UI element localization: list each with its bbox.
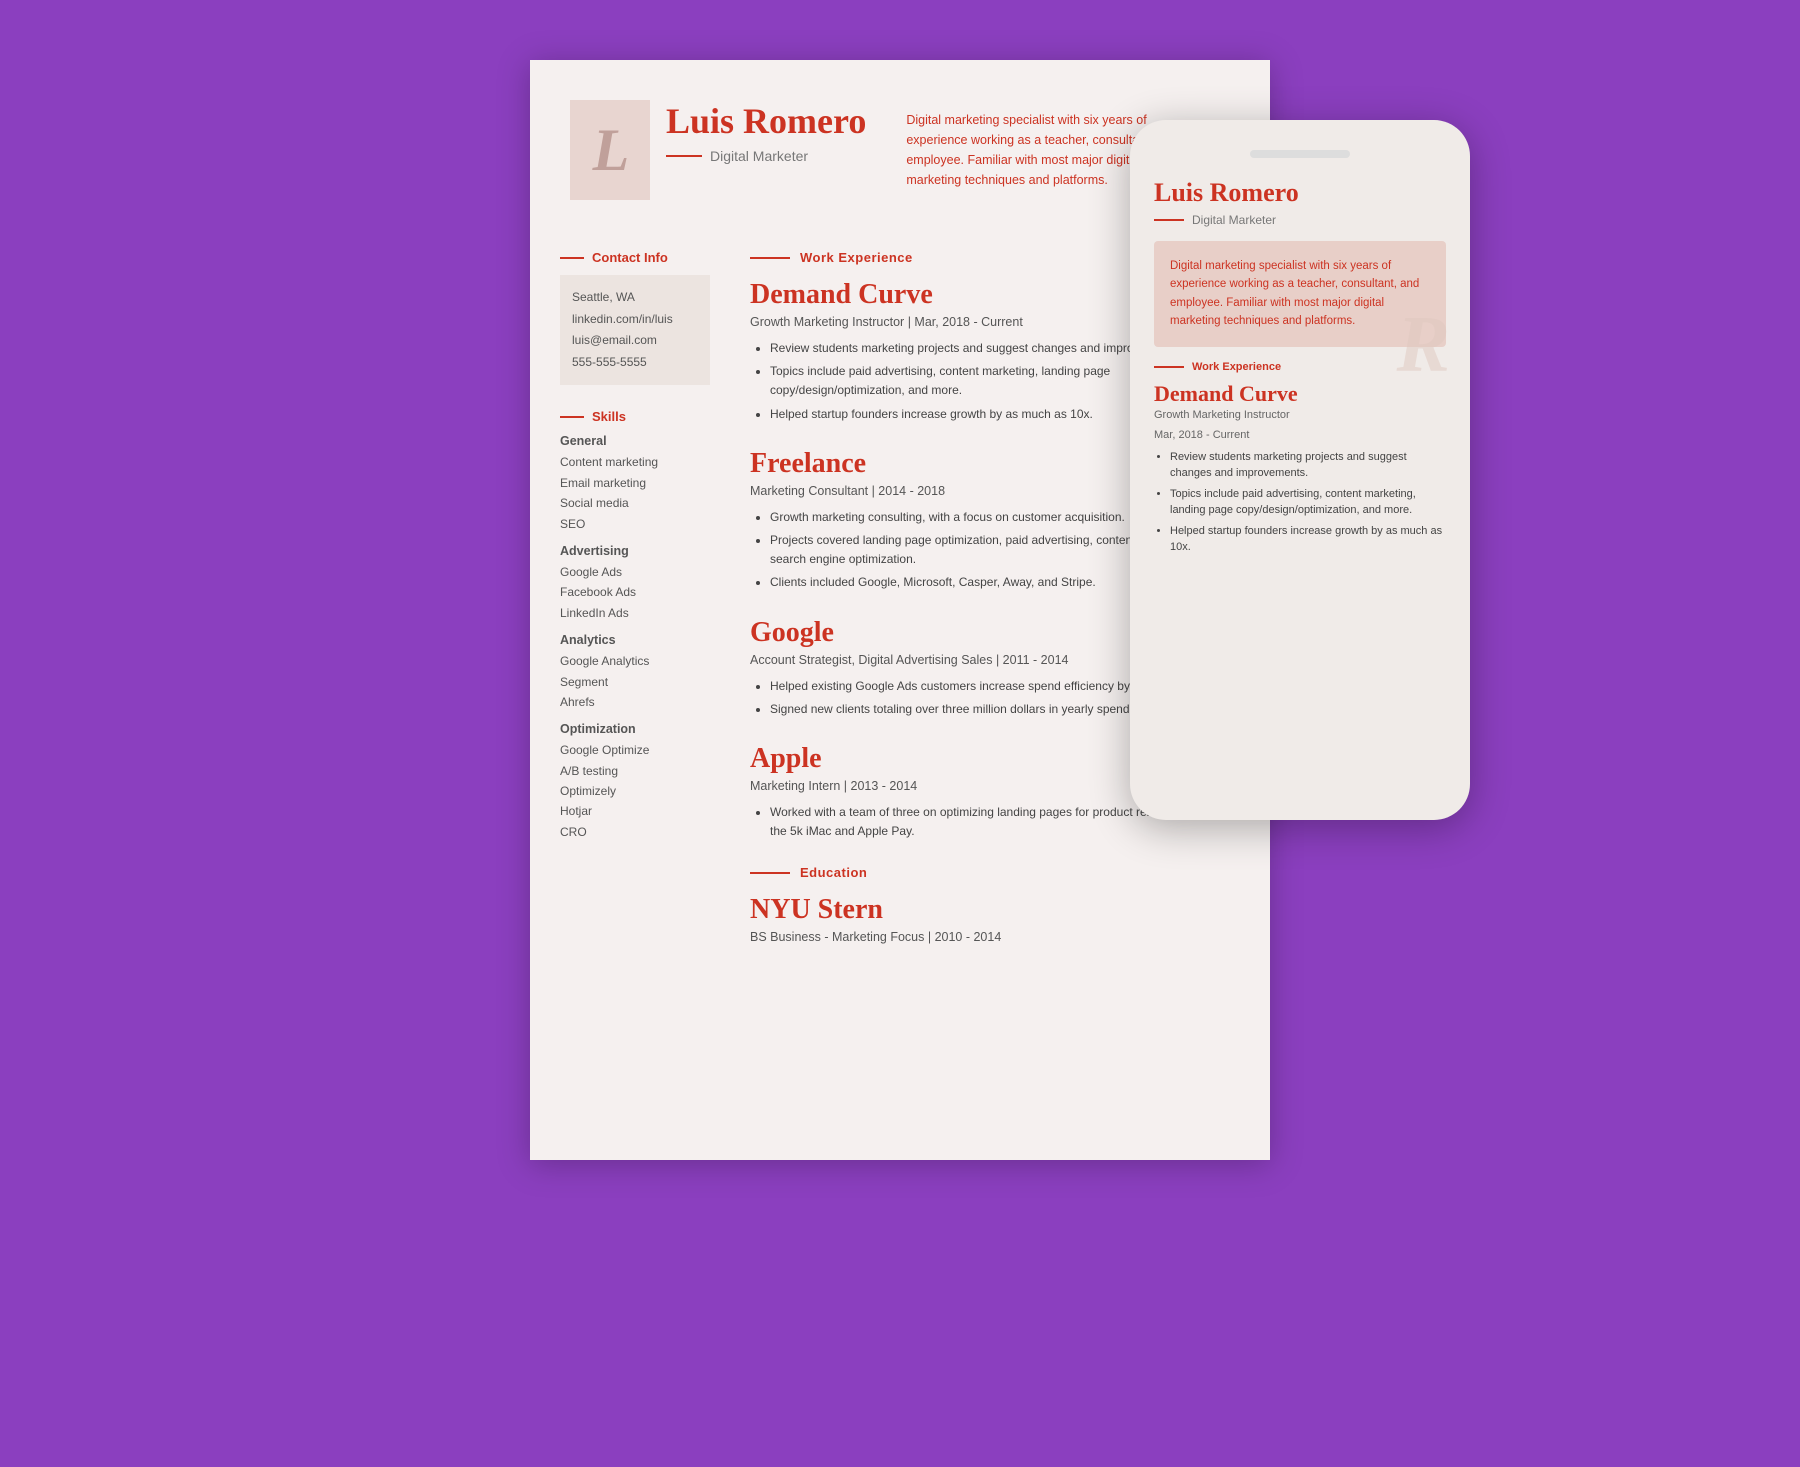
skills-optimization-item-2: A/B testing	[560, 761, 710, 781]
mobile-job-bullets: Review students marketing projects and s…	[1154, 449, 1446, 556]
contact-linkedin: linkedin.com/in/luis	[572, 309, 698, 331]
skills-optimization-item-1: Google Optimize	[560, 740, 710, 760]
mobile-bullet-3: Helped startup founders increase growth …	[1170, 523, 1446, 556]
skills-optimization-item-4: Hotjar	[560, 801, 710, 821]
work-experience-title: Work Experience	[800, 250, 913, 265]
resume-container: L Luis Romero Digital Marketer Digital m…	[350, 60, 1450, 1160]
mobile-name: Luis Romero	[1154, 178, 1446, 208]
skills-optimization-item-3: Optimizely	[560, 781, 710, 801]
education-line	[750, 872, 790, 874]
mobile-bullet-2: Topics include paid advertising, content…	[1170, 486, 1446, 519]
skills-analytics-title: Analytics	[560, 633, 710, 647]
mobile-divider: Digital Marketer	[1154, 213, 1446, 227]
skills-optimization-item-5: CRO	[560, 822, 710, 842]
skills-optimization-title: Optimization	[560, 722, 710, 736]
skills-optimization: Optimization Google Optimize A/B testing…	[560, 722, 710, 842]
mobile-divider-line	[1154, 219, 1184, 221]
resume-monogram: L	[570, 100, 650, 200]
contact-line	[560, 257, 584, 259]
contact-info-box: Seattle, WA linkedin.com/in/luis luis@em…	[560, 275, 710, 385]
contact-section: Contact Info Seattle, WA linkedin.com/in…	[560, 250, 710, 385]
education-degree: BS Business - Marketing Focus | 2010 - 2…	[750, 930, 1240, 944]
skills-general-item-2: Email marketing	[560, 473, 710, 493]
work-experience-line	[750, 257, 790, 259]
header-name-row: L Luis Romero Digital Marketer	[570, 100, 866, 200]
skills-general-item-1: Content marketing	[560, 452, 710, 472]
header-divider: Digital Marketer	[666, 148, 866, 164]
skills-advertising: Advertising Google Ads Facebook Ads Link…	[560, 544, 710, 623]
mobile-job-role-1: Growth Marketing Instructor	[1154, 409, 1446, 421]
education-title: Education	[800, 865, 867, 880]
contact-header: Contact Info	[560, 250, 710, 265]
education-header: Education	[750, 865, 1240, 880]
header-name-block: Luis Romero Digital Marketer	[666, 100, 866, 168]
contact-email: luis@email.com	[572, 330, 698, 352]
mobile-work-title: Work Experience	[1192, 361, 1281, 373]
mobile-work-line	[1154, 366, 1184, 368]
skills-advertising-item-3: LinkedIn Ads	[560, 603, 710, 623]
skills-analytics-item-2: Segment	[560, 672, 710, 692]
education-school: NYU Stern	[750, 894, 1240, 926]
contact-location: Seattle, WA	[572, 287, 698, 309]
resume-title: Digital Marketer	[710, 148, 808, 164]
mobile-monogram: R	[1397, 300, 1450, 391]
mobile-job-role-2: Mar, 2018 - Current	[1154, 429, 1446, 441]
skills-advertising-item-1: Google Ads	[560, 562, 710, 582]
resume-name: Luis Romero	[666, 100, 866, 142]
skills-general-item-3: Social media	[560, 493, 710, 513]
resume-sidebar: Contact Info Seattle, WA linkedin.com/in…	[530, 230, 730, 1008]
contact-title: Contact Info	[592, 250, 668, 265]
skills-general-title: General	[560, 434, 710, 448]
contact-phone: 555-555-5555	[572, 352, 698, 374]
skills-analytics-item-3: Ahrefs	[560, 692, 710, 712]
skills-advertising-item-2: Facebook Ads	[560, 582, 710, 602]
skills-general-item-4: SEO	[560, 514, 710, 534]
header-divider-line	[666, 155, 702, 157]
education-nyu: NYU Stern BS Business - Marketing Focus …	[750, 894, 1240, 944]
mobile-summary-text: Digital marketing specialist with six ye…	[1170, 257, 1430, 331]
skills-section: Skills General Content marketing Email m…	[560, 409, 710, 842]
mobile-title: Digital Marketer	[1192, 213, 1276, 227]
skills-title: Skills	[592, 409, 626, 424]
skills-general: General Content marketing Email marketin…	[560, 434, 710, 534]
skills-analytics-item-1: Google Analytics	[560, 651, 710, 671]
mobile-bullet-1: Review students marketing projects and s…	[1170, 449, 1446, 482]
skills-analytics: Analytics Google Analytics Segment Ahref…	[560, 633, 710, 712]
skills-advertising-title: Advertising	[560, 544, 710, 558]
mobile-preview: R Luis Romero Digital Marketer Digital m…	[1130, 120, 1470, 820]
skills-line	[560, 416, 584, 418]
skills-header: Skills	[560, 409, 710, 424]
